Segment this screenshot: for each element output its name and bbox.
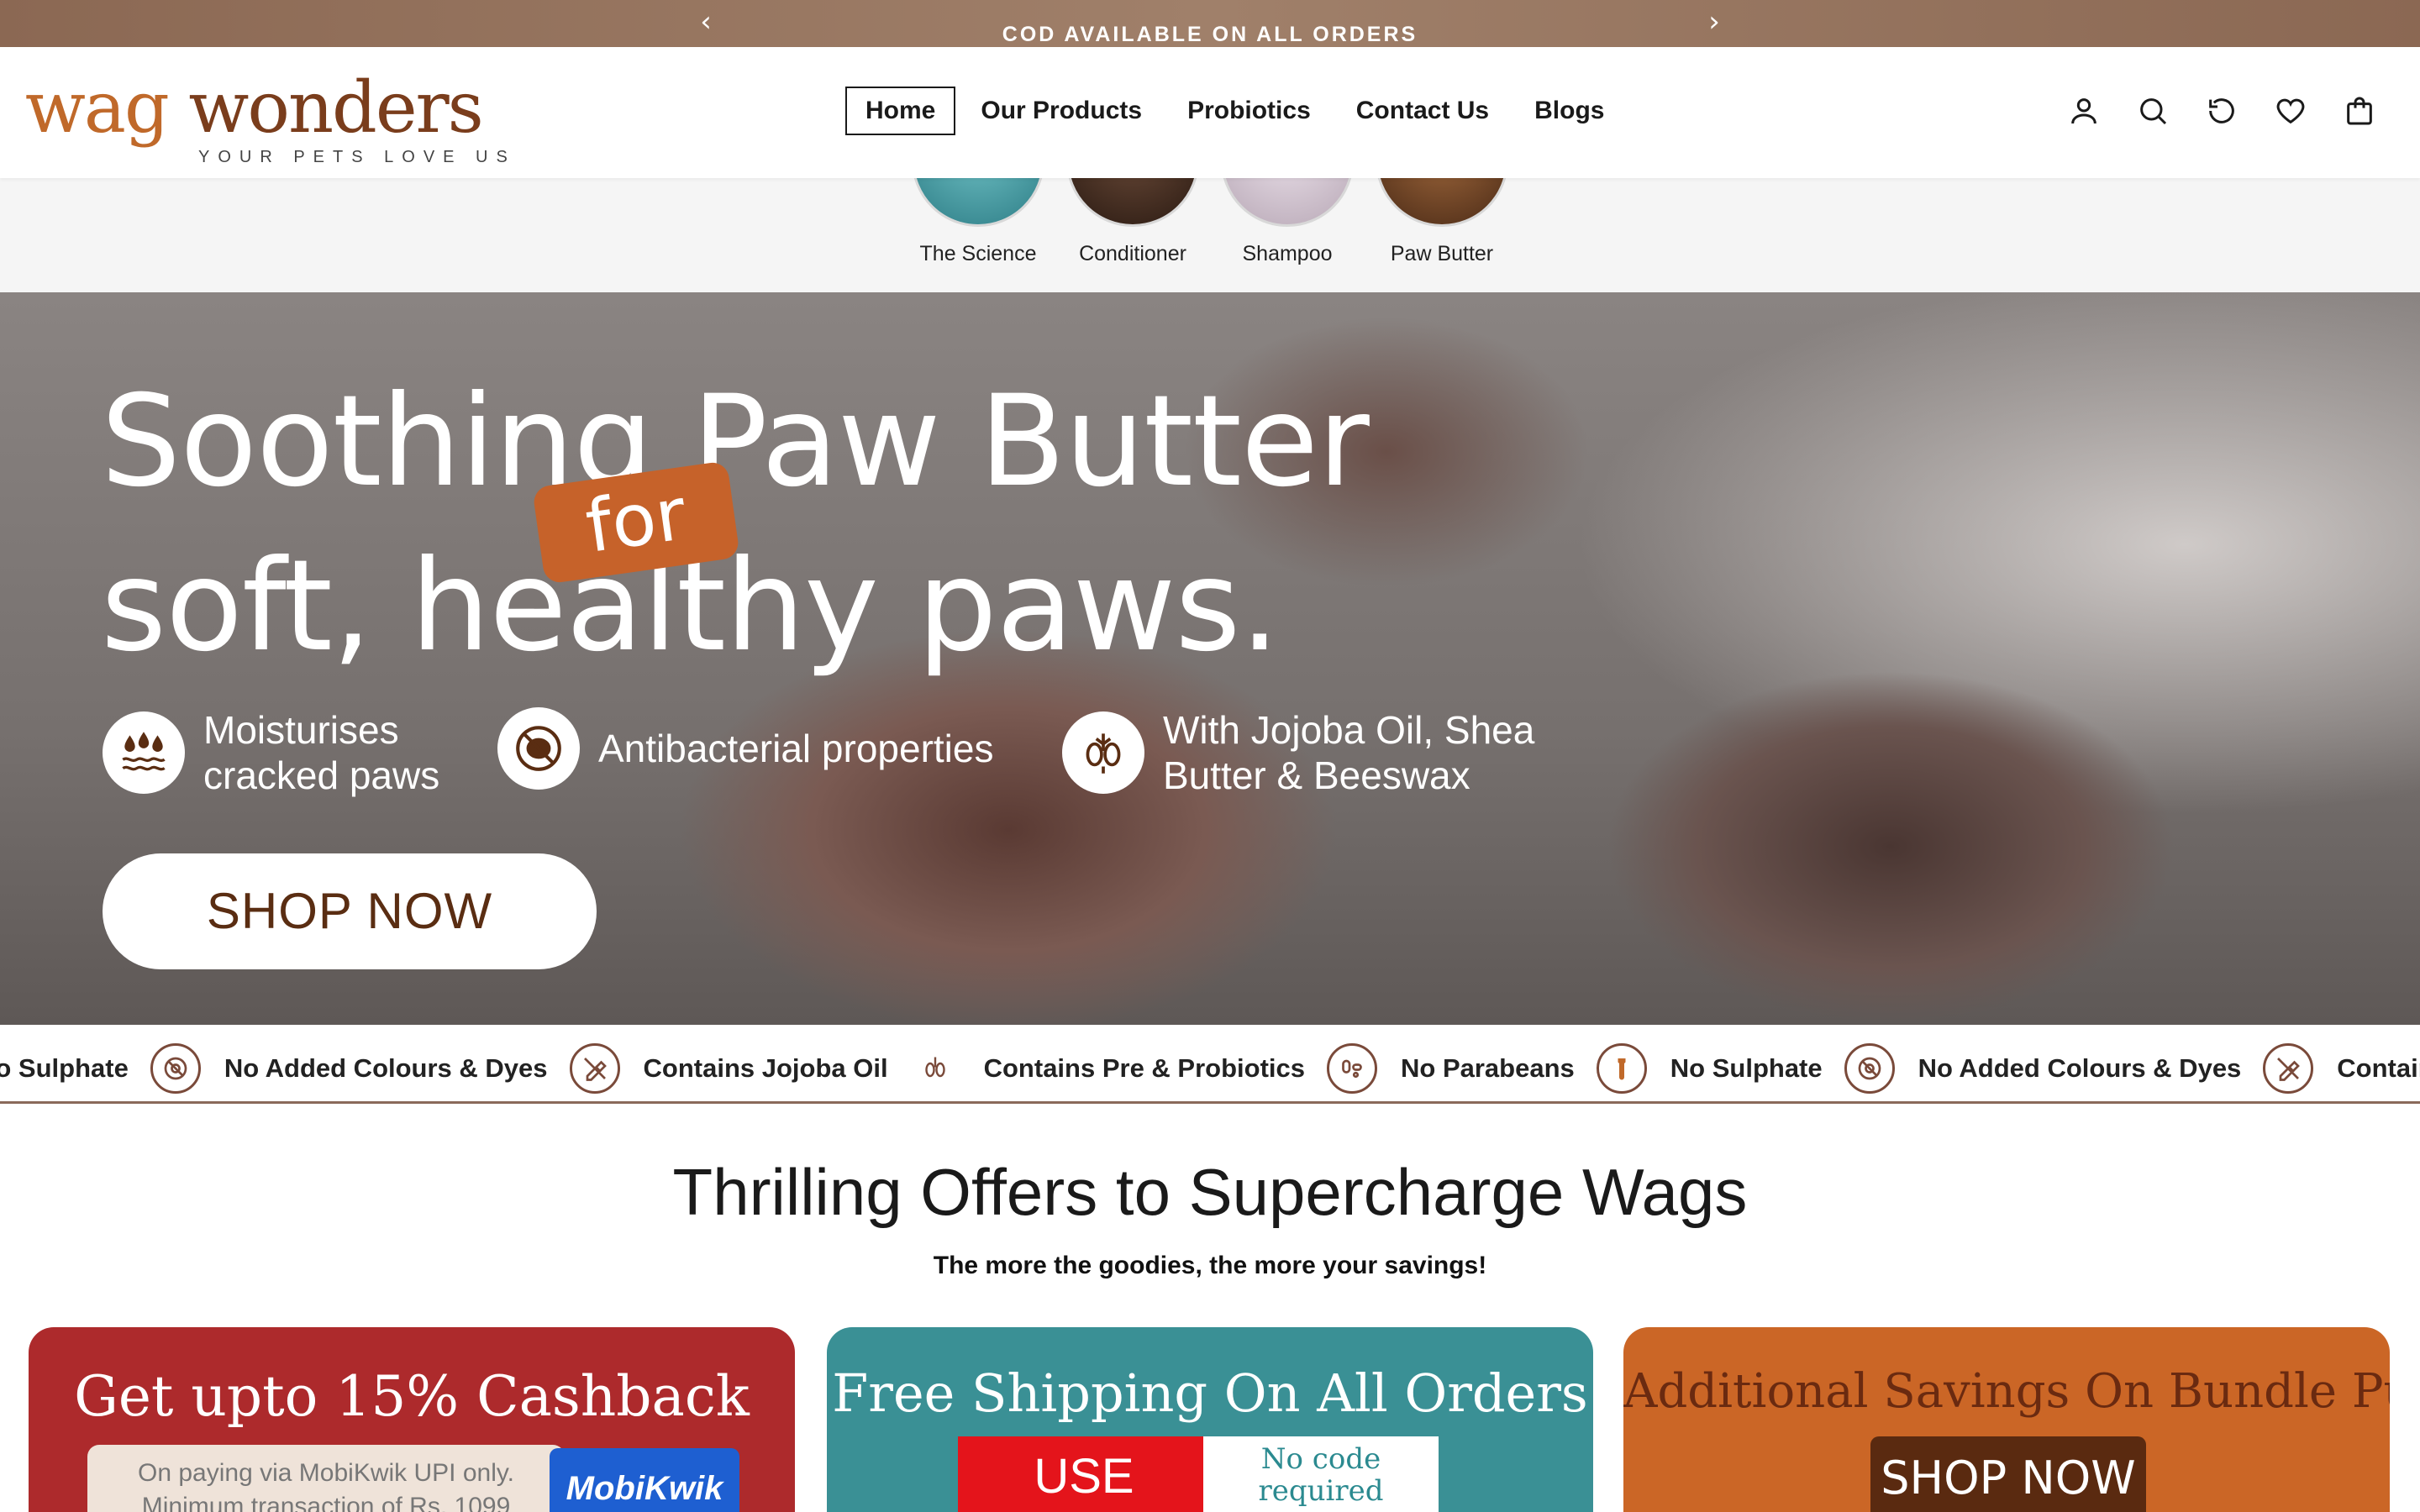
marquee-item: No Parabeans	[1401, 1043, 1670, 1094]
offer-card-bundle[interactable]: Additional Savings On Bundle Purchases S…	[1623, 1327, 2390, 1512]
marquee-row: No Sulphate No Added Colours & Dyes Cont…	[0, 1043, 2420, 1094]
main-nav: Home Our Products Probiotics Contact Us …	[845, 86, 1629, 136]
marquee-item: No Sulphate	[0, 1043, 224, 1094]
category-label: Conditioner	[1079, 242, 1186, 265]
offer-use-code-label: USE CODE	[958, 1436, 1210, 1512]
no-dyes-icon	[569, 1043, 620, 1094]
offers-title: Thrilling Offers to Supercharge Wags	[672, 1155, 1748, 1229]
announcement-message: COD AVAILABLE ON ALL ORDERS	[1002, 23, 1418, 46]
hero-feature-line: Butter & Beeswax	[1163, 753, 1470, 797]
offer-note-line: On paying via MobiKwik UPI only.	[138, 1459, 514, 1487]
hero-feature-moisturises: Moisturises cracked paws	[103, 707, 439, 798]
hero-feature-line: cracked paws	[203, 753, 440, 797]
logo-word-wag: wag	[25, 66, 170, 149]
hero-feature-jojoba: With Jojoba Oil, Shea Butter & Beeswax	[1062, 707, 1534, 798]
offer-card-cashback[interactable]: Get upto 15% Cashback On paying via Mobi…	[29, 1327, 795, 1512]
offer-code-note-line: required	[1258, 1474, 1384, 1508]
logo-wordmark: wag wonders	[25, 66, 484, 150]
no-dyes-icon	[2263, 1043, 2314, 1094]
offer-shop-now-button[interactable]: SHOP NOW	[1870, 1436, 2146, 1512]
hero-feature-antibacterial: Antibacterial properties	[497, 707, 993, 790]
hero-feature-text: Moisturises cracked paws	[203, 707, 439, 798]
nav-probiotics[interactable]: Probiotics	[1167, 87, 1331, 135]
no-colours-icon	[150, 1043, 201, 1094]
category-label: The Science	[919, 242, 1037, 265]
category-thumb	[1066, 178, 1199, 227]
marquee-label: No Sulphate	[0, 1053, 129, 1083]
cart-bag-icon[interactable]	[2339, 91, 2380, 131]
chevron-right-icon[interactable]: ›	[1697, 5, 1731, 39]
marquee-label: Contains Jojoba Oil	[643, 1053, 888, 1083]
hero-banner[interactable]: Soothing Paw Butter soft, healthy paws. …	[0, 292, 2420, 1025]
hero-feature-line: With Jojoba Oil, Shea	[1163, 708, 1535, 752]
no-parabens-icon	[1596, 1043, 1647, 1094]
category-label: Paw Butter	[1390, 242, 1494, 265]
offer-card-title: Free Shipping On All Orders	[832, 1362, 1588, 1424]
logo-word-wonders: wonders	[188, 66, 483, 149]
refresh-icon[interactable]	[2202, 91, 2242, 131]
offer-code-note-line: No code	[1260, 1442, 1381, 1476]
category-thumb	[912, 178, 1044, 227]
logo-tagline: YOUR PETS LOVE US	[198, 148, 516, 166]
droplets-icon	[103, 711, 185, 794]
nav-home[interactable]: Home	[845, 87, 956, 135]
nav-blogs[interactable]: Blogs	[1514, 87, 1624, 135]
offers-subtitle: The more the goodies, the more your savi…	[933, 1252, 1487, 1279]
offer-note-line: Minimum transaction of Rs. 1099	[141, 1493, 511, 1512]
benefits-marquee: No Sulphate No Added Colours & Dyes Cont…	[0, 1025, 2420, 1104]
marquee-item: No Added Colours & Dyes	[1918, 1043, 2338, 1094]
mobikwik-logo: MobiKwik	[550, 1448, 739, 1512]
probiotics-icon	[1327, 1043, 1378, 1094]
hero-feature-text: Antibacterial properties	[598, 726, 993, 771]
announcement-bar: ‹ COD AVAILABLE ON ALL ORDERS ›	[0, 0, 2420, 47]
marquee-label: Contains Pre & Probiotics	[983, 1053, 1306, 1083]
marquee-label: No Added Colours & Dyes	[1918, 1053, 2242, 1083]
marquee-item: No Added Colours & Dyes	[224, 1043, 644, 1094]
nav-our-products[interactable]: Our Products	[960, 87, 1162, 135]
logo[interactable]: wag wonders YOUR PETS LOVE US	[25, 66, 521, 166]
marquee-item: No Sulphate	[1670, 1043, 1918, 1094]
wishlist-heart-icon[interactable]	[2270, 91, 2311, 131]
header-icons	[2064, 91, 2408, 131]
offer-card-note: On paying via MobiKwik UPI only. Minimum…	[87, 1445, 565, 1512]
no-colours-icon	[1844, 1043, 1895, 1094]
marquee-label: Contains Jojoba Oil	[2337, 1053, 2420, 1083]
category-label: Shampoo	[1242, 242, 1333, 265]
category-thumb	[1376, 178, 1508, 227]
nav-contact-us[interactable]: Contact Us	[1336, 87, 1509, 135]
no-bacteria-icon	[497, 707, 580, 790]
hero-feature-line: Antibacterial properties	[598, 727, 994, 770]
site-header: wag wonders YOUR PETS LOVE US Home Our P…	[0, 47, 2420, 178]
hero-title-line1: Soothing Paw Butter	[101, 369, 1370, 515]
hero-feature-line: Moisturises	[203, 708, 399, 752]
marquee-label: No Parabeans	[1401, 1053, 1575, 1083]
marquee-item: Contains Jojoba Oil	[644, 1043, 984, 1094]
offer-card-title: Get upto 15% Cashback	[74, 1364, 750, 1429]
offer-code-note: No code required	[1203, 1436, 1439, 1512]
jojoba-icon	[910, 1043, 960, 1094]
hero-shop-now-button[interactable]: SHOP NOW	[103, 853, 597, 969]
hero-feature-text: With Jojoba Oil, Shea Butter & Beeswax	[1163, 707, 1534, 798]
account-icon[interactable]	[2064, 91, 2104, 131]
search-icon[interactable]	[2133, 91, 2173, 131]
offer-card-title: Additional Savings On Bundle Purchases	[1623, 1364, 2390, 1419]
offer-card-free-shipping[interactable]: Free Shipping On All Orders USE CODE No …	[827, 1327, 1593, 1512]
marquee-item: Contains Pre & Probiotics	[984, 1043, 1401, 1094]
category-strip: The Science Conditioner Shampoo Paw Butt…	[0, 178, 2420, 292]
category-thumb	[1221, 178, 1354, 227]
marquee-label: No Sulphate	[1670, 1053, 1823, 1083]
jojoba-plant-icon	[1062, 711, 1144, 794]
marquee-label: No Added Colours & Dyes	[224, 1053, 548, 1083]
marquee-item: Contains Jojoba Oil	[2337, 1043, 2420, 1094]
